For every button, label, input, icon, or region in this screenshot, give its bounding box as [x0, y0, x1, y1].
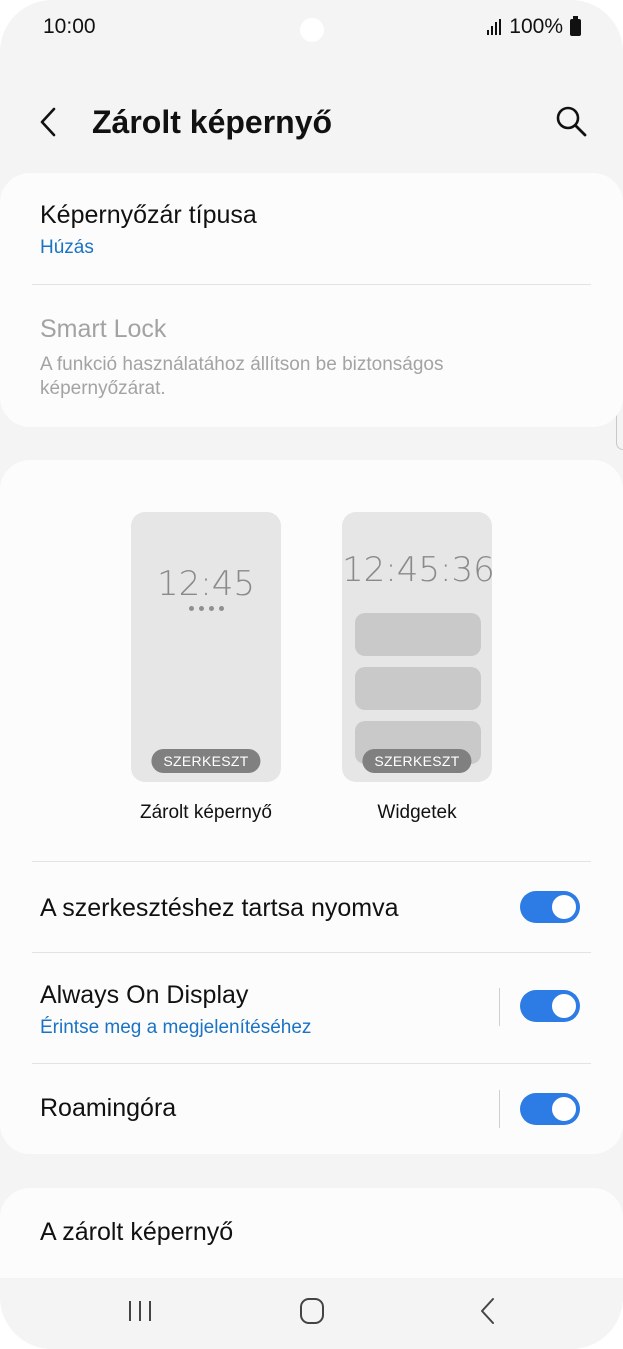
hold-to-edit-title: A szerkesztéshez tartsa nyomva: [40, 894, 399, 922]
widgets-edit-button[interactable]: SZERKESZT: [362, 749, 472, 773]
status-bar: 10:00 100%: [0, 0, 623, 60]
lock-preview-clock: 12:45: [157, 564, 255, 604]
search-icon[interactable]: [554, 104, 588, 138]
smart-lock-row: Smart Lock A funkció használatához állít…: [0, 285, 623, 425]
lock-type-row[interactable]: Képernyőzár típusa Húzás: [0, 173, 623, 285]
roaming-clock-title: Roamingóra: [40, 1094, 177, 1122]
lock-screen-settings-card: 12:45 SZERKESZT Zárolt képernyő 12:45:36…: [0, 460, 623, 1154]
lock-edit-button[interactable]: SZERKESZT: [151, 749, 261, 773]
recents-icon[interactable]: [120, 1296, 160, 1326]
lock-type-title: Képernyőzár típusa: [40, 201, 257, 229]
back-icon[interactable]: [34, 104, 66, 140]
lock-preview-caption: Zárolt képernyő: [139, 802, 272, 823]
status-time: 10:00: [43, 15, 96, 38]
nav-back-icon[interactable]: [468, 1296, 508, 1326]
signal-icon: [487, 19, 502, 35]
vertical-separator: [499, 988, 500, 1026]
home-icon[interactable]: [292, 1296, 332, 1326]
widget-preview-clock: 12:45:36: [342, 550, 495, 590]
hold-to-edit-toggle[interactable]: [520, 891, 580, 923]
widgets-preview-caption: Widgetek: [377, 802, 457, 823]
camera-cutout: [300, 18, 324, 42]
always-on-display-toggle[interactable]: [520, 990, 580, 1022]
widget-placeholder: [355, 667, 481, 710]
vertical-separator: [499, 1090, 500, 1128]
lock-type-value: Húzás: [40, 237, 94, 258]
smart-lock-title: Smart Lock: [40, 315, 167, 343]
battery-percent: 100%: [509, 15, 563, 38]
always-on-display-subtitle: Érintse meg a megjelenítéséhez: [40, 1017, 312, 1038]
about-lock-screen-card[interactable]: A zárolt képernyő: [0, 1188, 623, 1278]
status-right: 100%: [487, 15, 581, 39]
phone-screen: 10:00 100% Zárolt képernyő Képernyőzár t…: [0, 0, 623, 1349]
roaming-clock-row[interactable]: Roamingóra: [0, 1064, 623, 1154]
widget-placeholder: [355, 613, 481, 656]
lock-type-card: Képernyőzár típusa Húzás Smart Lock A fu…: [0, 173, 623, 427]
always-on-display-title: Always On Display: [40, 981, 249, 1009]
widgets-preview[interactable]: 12:45:36 SZERKESZT: [342, 512, 495, 782]
page-title: Zárolt képernyő: [92, 104, 333, 140]
app-bar: Zárolt képernyő: [0, 90, 623, 154]
about-lock-screen-title: A zárolt képernyő: [40, 1218, 234, 1246]
hold-to-edit-row[interactable]: A szerkesztéshez tartsa nyomva: [0, 862, 623, 952]
lock-screen-preview[interactable]: 12:45 SZERKESZT: [131, 512, 281, 782]
roaming-clock-toggle[interactable]: [520, 1093, 580, 1125]
battery-icon: [570, 15, 581, 36]
smart-lock-subtitle: A funkció használatához állítson be bizt…: [40, 354, 444, 399]
navigation-bar: [0, 1278, 623, 1349]
pin-dots: [131, 606, 281, 611]
always-on-display-row[interactable]: Always On Display Érintse meg a megjelen…: [0, 953, 623, 1063]
